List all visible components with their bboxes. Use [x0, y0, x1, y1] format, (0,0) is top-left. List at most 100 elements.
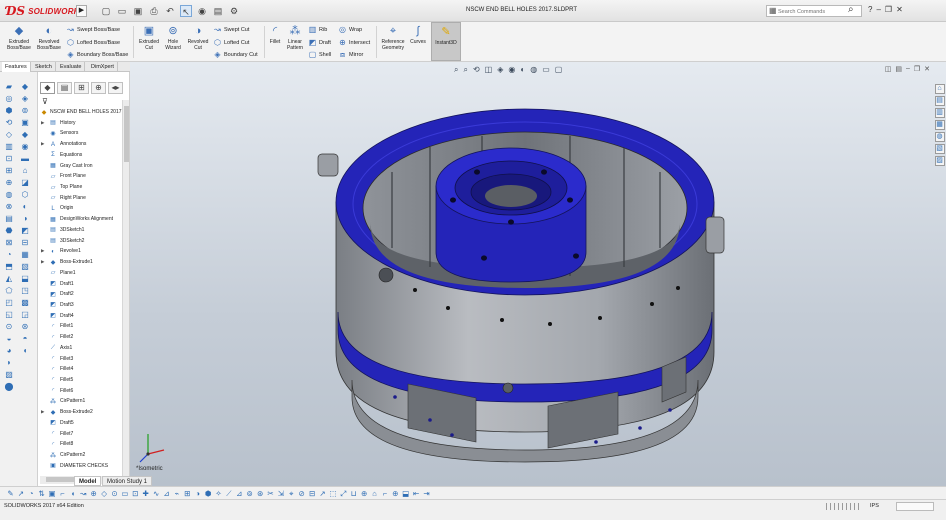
sketch-tool-icon[interactable]: ⬢	[204, 489, 213, 498]
sketch-tool-icon[interactable]: ◇	[100, 489, 109, 498]
undo-icon[interactable]: ↶	[164, 5, 176, 17]
tool-icon[interactable]: ⊞	[4, 166, 14, 175]
tool-icon[interactable]: ◐	[20, 202, 30, 211]
sketch-tool-icon[interactable]: ⌐	[58, 489, 67, 498]
tool-icon[interactable]: ◩	[20, 226, 30, 235]
lofted-boss-button[interactable]: ⬡ Lofted Boss/Base	[66, 38, 120, 47]
tool-icon[interactable]: ⬠	[4, 286, 14, 295]
fillet-button[interactable]: ◜ Fillet	[266, 24, 284, 45]
sketch-tool-icon[interactable]: ⌂	[370, 489, 379, 498]
tool-icon[interactable]: ▣	[20, 118, 30, 127]
tool-icon[interactable]: ◕	[4, 346, 14, 355]
expand-caret-icon[interactable]: ▶	[41, 139, 44, 150]
rib-button[interactable]: ▥ Rib	[308, 25, 328, 34]
units-indicator[interactable]: IPS	[870, 503, 879, 509]
expand-caret-icon[interactable]: ▶	[41, 407, 44, 418]
tree-item[interactable]: ◜ Fillet5	[38, 375, 124, 386]
tool-icon[interactable]: ◑	[20, 214, 30, 223]
revolved-boss-button[interactable]: ◐ Revolved Boss/Base	[34, 24, 64, 51]
sketch-tool-icon[interactable]: ⬚	[328, 489, 337, 498]
options-icon[interactable]: ⚙	[228, 5, 240, 17]
tree-item[interactable]: ▤ 3DSketch1	[38, 225, 124, 236]
sketch-tool-icon[interactable]: ⊿	[235, 489, 244, 498]
tree-item[interactable]: ◩ Draft2	[38, 289, 124, 300]
tool-icon[interactable]: ⊛	[20, 322, 30, 331]
expand-caret-icon[interactable]: ▶	[41, 246, 44, 257]
solidworks-logo[interactable]: ƊS SOLIDWORKS	[6, 4, 85, 18]
tool-icon[interactable]: ◪	[20, 178, 30, 187]
sketch-tool-icon[interactable]: ∿	[152, 489, 161, 498]
tool-icon[interactable]: ◍	[4, 190, 14, 199]
tree-item[interactable]: ▦ Gray Cast Iron	[38, 161, 124, 172]
tool-icon[interactable]: ◎	[4, 94, 14, 103]
tab-dimxpert[interactable]: DimXpert	[88, 62, 118, 72]
select-icon[interactable]: ↖	[180, 5, 192, 17]
tree-item[interactable]: ▱ Plane1	[38, 268, 124, 279]
tree-item[interactable]: ▶ ▤ History	[38, 118, 124, 129]
tool-icon[interactable]: ◆	[20, 82, 30, 91]
tool-icon[interactable]: ⬢	[4, 106, 14, 115]
wrap-button[interactable]: ◎ Wrap	[338, 25, 362, 34]
sketch-tool-icon[interactable]: ⊿	[162, 489, 171, 498]
tool-icon[interactable]: ◆	[20, 130, 30, 139]
boundary-boss-button[interactable]: ◈ Boundary Boss/Base	[66, 50, 128, 59]
mirror-button[interactable]: ⧈ Mirror	[338, 50, 363, 59]
tree-item[interactable]: ◩ Draft4	[38, 311, 124, 322]
tool-icon[interactable]: ⊠	[4, 238, 14, 247]
sketch-tool-icon[interactable]: ▭	[120, 489, 129, 498]
tab-motion-study[interactable]: Motion Study 1	[102, 476, 153, 486]
print-icon[interactable]: ⎙	[148, 5, 160, 17]
sketch-tool-icon[interactable]: ⊚	[245, 489, 254, 498]
sketch-tool-icon[interactable]: ⟋	[224, 489, 233, 498]
status-edit-field[interactable]	[896, 502, 934, 511]
tool-icon[interactable]: ◉	[20, 142, 30, 151]
sketch-tool-icon[interactable]: ⊙	[110, 489, 119, 498]
new-icon[interactable]: ▢	[100, 5, 112, 17]
tool-icon[interactable]: ⟲	[4, 118, 14, 127]
sketch-tool-icon[interactable]: ▣	[48, 489, 57, 498]
sketch-tool-icon[interactable]: ⬓	[401, 489, 410, 498]
tool-icon[interactable]: ⊟	[20, 238, 30, 247]
tree-item[interactable]: ▶ ◆ Boss-Extrude1	[38, 257, 124, 268]
minimize-icon[interactable]: –	[876, 5, 880, 14]
tool-icon[interactable]: ◓	[20, 334, 30, 343]
tool-icon[interactable]: ◇	[4, 130, 14, 139]
tree-item[interactable]: ◜ Fillet6	[38, 386, 124, 397]
tree-item[interactable]: ◜ Fillet1	[38, 321, 124, 332]
tree-item[interactable]: ▶ A Annotations	[38, 139, 124, 150]
tool-icon[interactable]: ▦	[20, 250, 30, 259]
tool-icon[interactable]: ▬	[20, 154, 30, 163]
tab-model[interactable]: Model	[74, 476, 102, 486]
tool-icon[interactable]: ⊡	[4, 154, 14, 163]
scrollbar-thumb[interactable]	[124, 106, 129, 162]
tool-icon[interactable]: ◲	[20, 310, 30, 319]
tree-item[interactable]: ▱ Right Plane	[38, 193, 124, 204]
sketch-tool-icon[interactable]: ✧	[214, 489, 223, 498]
restore-icon[interactable]: ❐	[885, 5, 892, 14]
sketch-tool-icon[interactable]: ✚	[141, 489, 150, 498]
close-icon[interactable]: ✕	[896, 5, 903, 14]
sketch-tool-icon[interactable]: ↗	[16, 489, 25, 498]
tab-sketch[interactable]: Sketch	[32, 62, 56, 72]
tool-icon[interactable]: ▤	[4, 214, 14, 223]
open-icon[interactable]: ▭	[116, 5, 128, 17]
search-icon[interactable]: ⌕	[848, 4, 854, 15]
lofted-cut-button[interactable]: ⬡ Lofted Cut	[213, 38, 249, 47]
sketch-tool-icon[interactable]: ⊘	[297, 489, 306, 498]
tree-item[interactable]: ▱ Top Plane	[38, 182, 124, 193]
tab-features[interactable]: Features	[2, 62, 31, 72]
search-input[interactable]	[778, 7, 842, 16]
tool-icon[interactable]: ⬡	[20, 190, 30, 199]
tool-icon[interactable]: ▰	[4, 82, 14, 91]
sketch-tool-icon[interactable]: ↗	[318, 489, 327, 498]
tool-icon[interactable]: ◒	[4, 334, 14, 343]
sketch-tool-icon[interactable]: ✎	[6, 489, 15, 498]
sketch-tool-icon[interactable]: ⌖	[287, 489, 296, 498]
shell-button[interactable]: ▢ Shell	[308, 50, 332, 59]
tree-item[interactable]: L Origin	[38, 203, 124, 214]
tree-item[interactable]: ◜ Fillet2	[38, 332, 124, 343]
tool-icon[interactable]: ▧	[20, 262, 30, 271]
configuration-tab-icon[interactable]: ⊞	[74, 82, 89, 94]
tree-item[interactable]: ▶ ◐ Revolve1	[38, 246, 124, 257]
sketch-tool-icon[interactable]: ⇥	[422, 489, 431, 498]
